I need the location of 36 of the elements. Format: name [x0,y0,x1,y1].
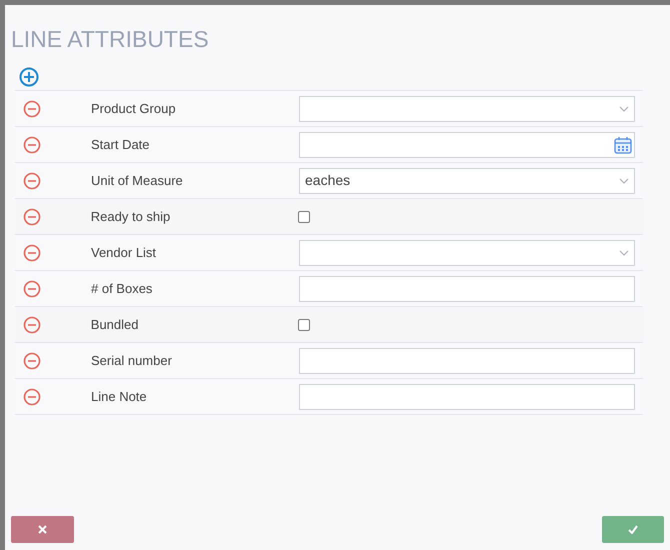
attribute-label: Product Group [91,100,176,116]
attribute-label: # of Boxes [91,280,152,296]
checkbox[interactable] [298,210,310,222]
remove-icon[interactable] [23,352,41,370]
remove-icon[interactable] [23,316,41,334]
dropdown-field[interactable]: eaches [299,168,635,194]
chevron-down-icon [619,250,629,256]
attribute-label: Unit of Measure [91,172,183,188]
text-field[interactable] [299,348,635,374]
checkmark-icon [628,525,638,534]
remove-icon[interactable] [23,136,41,154]
attribute-label: Bundled [90,316,138,332]
attribute-label: Line Note [91,388,147,404]
text-field[interactable] [299,276,635,302]
attribute-label: Ready to ship [90,208,170,224]
remove-icon[interactable] [23,244,41,262]
text-field[interactable] [299,384,635,410]
add-icon[interactable] [19,67,39,87]
remove-icon[interactable] [23,280,41,298]
attribute-label: Start Date [91,136,150,152]
attribute-label: Serial number [91,352,172,368]
date-field[interactable] [299,132,635,158]
checkbox[interactable] [298,318,310,330]
close-icon [38,525,47,534]
dropdown-field[interactable] [299,240,635,266]
remove-icon[interactable] [23,388,41,406]
attribute-label: Vendor List [91,244,156,260]
remove-icon[interactable] [23,208,41,226]
remove-icon[interactable] [23,172,41,190]
calendar-icon[interactable] [614,136,632,154]
remove-icon[interactable] [23,100,41,118]
chevron-down-icon [619,106,629,112]
dialog-title: LINE ATTRIBUTES [11,26,209,52]
cancel-button[interactable] [11,516,74,543]
dropdown-field[interactable] [299,96,635,122]
chevron-down-icon [619,178,629,184]
